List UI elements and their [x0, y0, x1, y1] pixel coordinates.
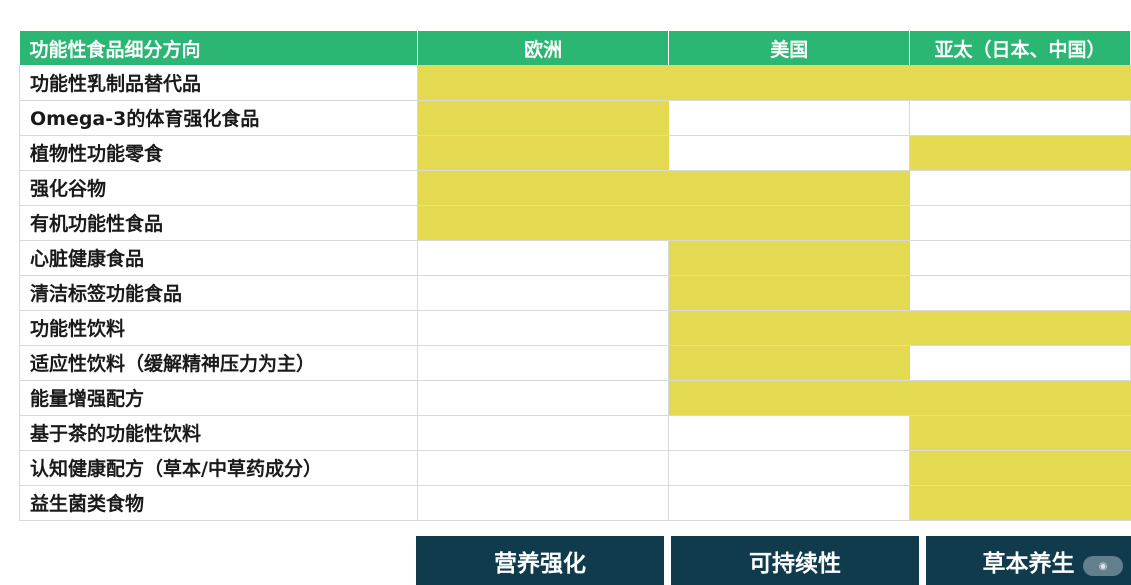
cell-europe-empty — [417, 345, 670, 381]
cell-europe-empty — [417, 310, 670, 346]
table-header-row: 功能性食品细分方向 欧洲 美国 亚太（日本、中国） — [19, 31, 1131, 65]
table-row: 认知健康配方（草本/中草药成分） — [19, 450, 1131, 486]
cell-usa-highlighted — [668, 345, 911, 381]
cell-europe-empty — [417, 485, 670, 521]
row-label: 基于茶的功能性饮料 — [19, 415, 418, 451]
cell-apac-highlighted — [909, 65, 1131, 101]
cell-usa-highlighted — [668, 275, 911, 311]
cell-usa-highlighted — [668, 380, 911, 416]
table-row: 有机功能性食品 — [19, 205, 1131, 241]
cell-europe-highlighted — [417, 65, 670, 101]
cell-europe-highlighted — [417, 170, 670, 206]
cell-usa-empty — [668, 415, 911, 451]
table-row: 强化谷物 — [19, 170, 1131, 206]
table-row: 能量增强配方 — [19, 380, 1131, 416]
cell-europe-highlighted — [417, 100, 670, 136]
cell-usa-empty — [668, 100, 911, 136]
cell-usa-highlighted — [668, 205, 911, 241]
cell-usa-empty — [668, 485, 911, 521]
table-row: 基于茶的功能性饮料 — [19, 415, 1131, 451]
cell-europe-highlighted — [417, 135, 670, 171]
cell-usa-highlighted — [668, 170, 911, 206]
table-row: 功能性饮料 — [19, 310, 1131, 346]
row-label: 有机功能性食品 — [19, 205, 418, 241]
cell-europe-empty — [417, 415, 670, 451]
table-row: 适应性饮料（缓解精神压力为主） — [19, 345, 1131, 381]
cell-apac-highlighted — [909, 485, 1131, 521]
footer-tag-nutrition: 营养强化 — [416, 536, 664, 585]
header-category: 功能性食品细分方向 — [19, 31, 418, 65]
row-label: 益生菌类食物 — [19, 485, 418, 521]
region-matrix-table: 功能性食品细分方向 欧洲 美国 亚太（日本、中国） 功能性乳制品替代品 Omega… — [19, 31, 1131, 521]
table-row: 益生菌类食物 — [19, 485, 1131, 521]
row-label: Omega-3的体育强化食品 — [19, 100, 418, 136]
row-label: 功能性饮料 — [19, 310, 418, 346]
row-label: 能量增强配方 — [19, 380, 418, 416]
header-region-apac: 亚太（日本、中国） — [909, 31, 1131, 65]
row-label: 功能性乳制品替代品 — [19, 65, 418, 101]
cell-usa-highlighted — [668, 240, 911, 276]
table-row: 功能性乳制品替代品 — [19, 65, 1131, 101]
xiaohongshu-watermark-icon: ◉ — [1083, 556, 1123, 576]
cell-usa-empty — [668, 450, 911, 486]
table-row: Omega-3的体育强化食品 — [19, 100, 1131, 136]
header-region-europe: 欧洲 — [417, 31, 670, 65]
row-label: 心脏健康食品 — [19, 240, 418, 276]
table-row: 植物性功能零食 — [19, 135, 1131, 171]
cropped-title-strip — [0, 0, 1131, 9]
row-label: 植物性功能零食 — [19, 135, 418, 171]
row-label: 适应性饮料（缓解精神压力为主） — [19, 345, 418, 381]
cell-apac-highlighted — [909, 135, 1131, 171]
cell-usa-empty — [668, 135, 911, 171]
cell-apac-empty — [909, 275, 1131, 311]
row-label: 认知健康配方（草本/中草药成分） — [19, 450, 418, 486]
row-label: 强化谷物 — [19, 170, 418, 206]
cell-apac-empty — [909, 205, 1131, 241]
cell-apac-empty — [909, 240, 1131, 276]
cell-europe-empty — [417, 450, 670, 486]
cell-apac-empty — [909, 170, 1131, 206]
cell-apac-empty — [909, 345, 1131, 381]
cell-europe-empty — [417, 240, 670, 276]
cell-usa-highlighted — [668, 310, 911, 346]
table-row: 心脏健康食品 — [19, 240, 1131, 276]
table-body: 功能性乳制品替代品 Omega-3的体育强化食品 植物性功能零食 强化谷物 有机功能性食… — [19, 65, 1131, 521]
footer-tag-sustainability: 可持续性 — [671, 536, 919, 585]
cell-europe-highlighted — [417, 205, 670, 241]
table-row: 清洁标签功能食品 — [19, 275, 1131, 311]
header-region-usa: 美国 — [668, 31, 911, 65]
cell-europe-empty — [417, 275, 670, 311]
row-label: 清洁标签功能食品 — [19, 275, 418, 311]
cell-apac-highlighted — [909, 380, 1131, 416]
cell-apac-highlighted — [909, 310, 1131, 346]
cell-europe-empty — [417, 380, 670, 416]
cell-usa-highlighted — [668, 65, 911, 101]
cell-apac-empty — [909, 100, 1131, 136]
cell-apac-highlighted — [909, 415, 1131, 451]
cell-apac-highlighted — [909, 450, 1131, 486]
